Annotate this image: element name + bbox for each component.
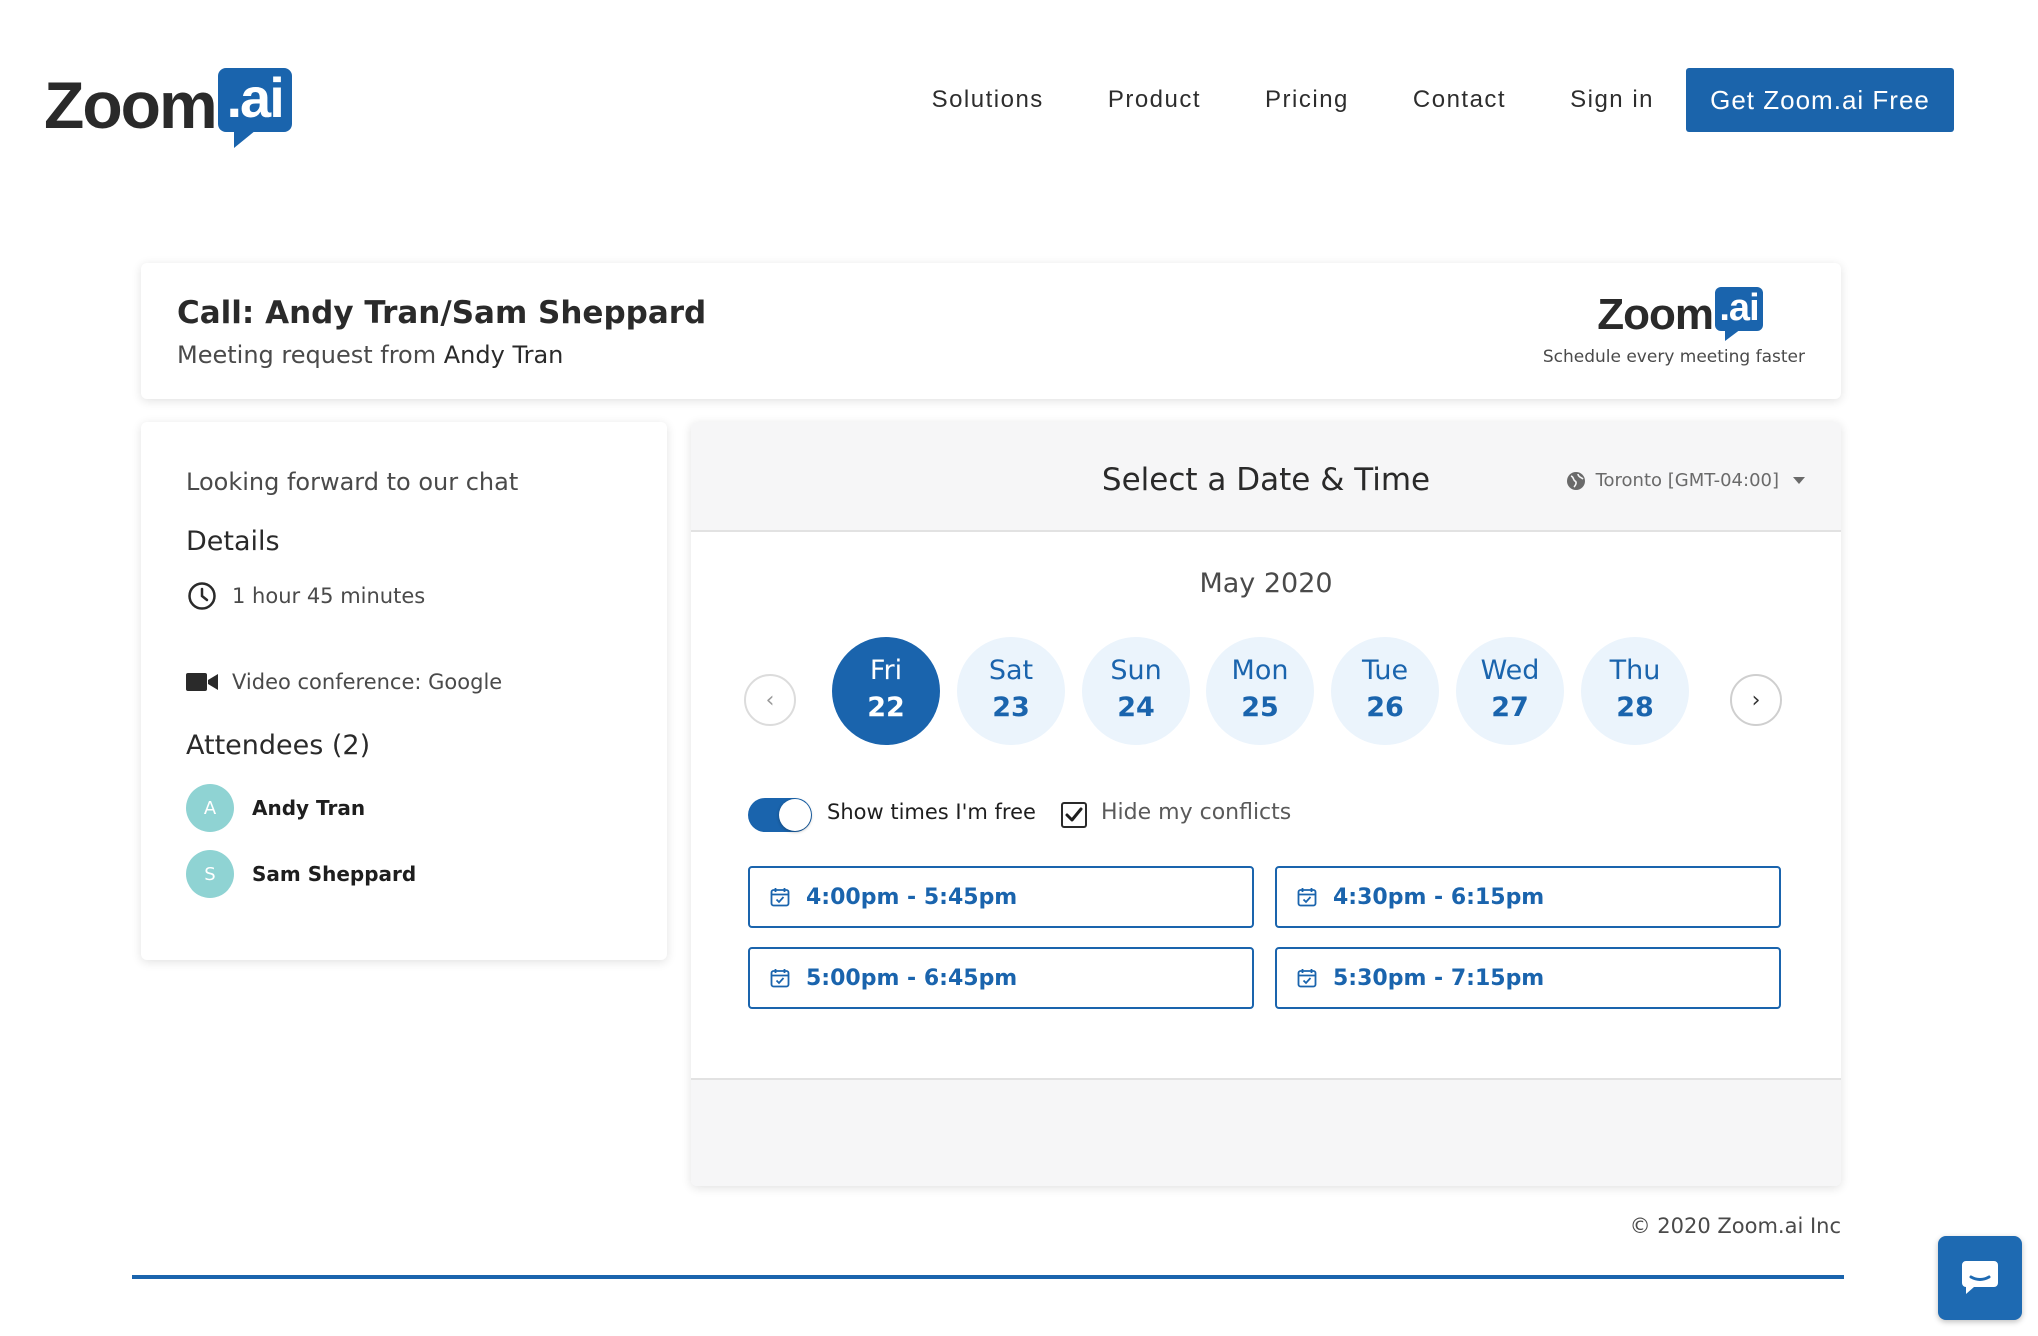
calendar-check-icon: [1297, 968, 1317, 988]
time-slot-button[interactable]: 5:00pm - 6:45pm: [748, 947, 1254, 1009]
footer-divider: [132, 1275, 1844, 1279]
details-card: Looking forward to our chat Details 1 ho…: [141, 422, 667, 960]
next-week-button[interactable]: ›: [1730, 674, 1782, 726]
card-logo-bubble: .ai: [1715, 287, 1763, 341]
attendee-name: Sam Sheppard: [252, 862, 417, 886]
conference-row: Video conference: Google: [186, 666, 502, 698]
requester-name: Andy Tran: [443, 341, 564, 369]
timezone-select[interactable]: Toronto [GMT-04:00]: [1566, 470, 1805, 491]
logo-suffix: .ai: [226, 66, 285, 129]
day-name: Wed: [1480, 655, 1540, 686]
duration-row: 1 hour 45 minutes: [186, 580, 425, 612]
chat-bubble-icon: [1962, 1261, 1998, 1294]
top-nav: Solutions Product Pricing Contact Sign i…: [932, 68, 1686, 132]
duration-text: 1 hour 45 minutes: [232, 584, 426, 608]
day-name: Thu: [1609, 655, 1661, 686]
globe-icon: [1566, 471, 1586, 491]
attendee-name: Andy Tran: [252, 796, 366, 820]
chevron-left-icon: ‹: [765, 687, 775, 713]
avatar: S: [186, 850, 234, 898]
meeting-title-card: Call: Andy Tran/Sam Sheppard Meeting req…: [141, 263, 1841, 399]
nav-pricing[interactable]: Pricing: [1265, 86, 1349, 114]
calendar-check-icon: [770, 887, 790, 907]
hide-conflicts-checkbox[interactable]: [1061, 802, 1087, 828]
day-name: Fri: [869, 655, 903, 686]
time-slot-label: 5:00pm - 6:45pm: [806, 965, 1018, 991]
scheduler-footer: [691, 1078, 1841, 1186]
chevron-down-icon: [1793, 477, 1805, 484]
meeting-request: Meeting request from Andy Tran: [177, 341, 563, 369]
conference-text: Video conference: Google: [232, 670, 503, 694]
day-mon-25[interactable]: Mon 25: [1206, 637, 1314, 745]
day-thu-28[interactable]: Thu 28: [1581, 637, 1689, 745]
time-slot-label: 4:30pm - 6:15pm: [1333, 884, 1545, 910]
time-slot-label: 4:00pm - 5:45pm: [806, 884, 1018, 910]
day-wed-27[interactable]: Wed 27: [1456, 637, 1564, 745]
clock-icon: [186, 580, 218, 612]
hide-conflicts-label: Hide my conflicts: [1101, 800, 1292, 825]
request-prefix: Meeting request from: [177, 341, 437, 369]
day-date: 23: [992, 692, 1030, 723]
day-tue-26[interactable]: Tue 26: [1331, 637, 1439, 745]
card-logo: Zoom .ai: [1597, 287, 1763, 341]
logo-word: Zoom: [44, 68, 218, 142]
day-sat-23[interactable]: Sat 23: [957, 637, 1065, 745]
timezone-value: Toronto [GMT-04:00]: [1595, 470, 1779, 491]
day-name: Tue: [1361, 655, 1409, 686]
day-date: 28: [1616, 692, 1654, 723]
day-date: 26: [1366, 692, 1404, 723]
video-camera-icon: [186, 666, 218, 698]
show-free-toggle[interactable]: [748, 798, 812, 832]
nav-product[interactable]: Product: [1108, 86, 1201, 114]
day-date: 24: [1117, 692, 1155, 723]
calendar-check-icon: [770, 968, 790, 988]
details-heading: Details: [186, 526, 280, 557]
day-date: 25: [1241, 692, 1279, 723]
chat-launcher-button[interactable]: [1938, 1236, 2022, 1320]
nav-contact[interactable]: Contact: [1413, 86, 1506, 114]
day-sun-24[interactable]: Sun 24: [1082, 637, 1190, 745]
nav-sign-in[interactable]: Sign in: [1570, 86, 1654, 114]
day-name: Sat: [988, 655, 1034, 686]
get-free-button[interactable]: Get Zoom.ai Free: [1686, 68, 1954, 132]
day-fri-22[interactable]: Fri 22: [832, 637, 940, 745]
time-slot-button[interactable]: 5:30pm - 7:15pm: [1275, 947, 1781, 1009]
checkmark-icon: [1065, 807, 1083, 822]
scheduler-card: Select a Date & Time Toronto [GMT-04:00]…: [691, 422, 1841, 1186]
card-logo-suffix: .ai: [1719, 287, 1759, 329]
copyright-text: © 2020 Zoom.ai Inc: [1629, 1214, 1841, 1238]
chevron-right-icon: ›: [1751, 687, 1761, 713]
nav-solutions[interactable]: Solutions: [932, 86, 1044, 114]
previous-week-button[interactable]: ‹: [744, 674, 796, 726]
show-free-label: Show times I'm free: [827, 800, 1036, 824]
attendee-item: A Andy Tran: [186, 784, 365, 832]
calendar-check-icon: [1297, 887, 1317, 907]
day-name: Sun: [1110, 655, 1162, 686]
attendee-item: S Sam Sheppard: [186, 850, 416, 898]
day-date: 27: [1491, 692, 1529, 723]
time-slot-button[interactable]: 4:30pm - 6:15pm: [1275, 866, 1781, 928]
greeting-text: Looking forward to our chat: [186, 468, 519, 496]
card-logo-word: Zoom: [1597, 290, 1714, 339]
time-slot-button[interactable]: 4:00pm - 5:45pm: [748, 866, 1254, 928]
time-slot-label: 5:30pm - 7:15pm: [1333, 965, 1545, 991]
avatar: A: [186, 784, 234, 832]
attendees-heading: Attendees (2): [186, 730, 371, 761]
scheduler-header: Select a Date & Time Toronto [GMT-04:00]: [691, 422, 1841, 532]
day-date: 22: [867, 692, 905, 723]
tagline: Schedule every meeting faster: [1542, 347, 1805, 367]
day-name: Mon: [1231, 655, 1289, 686]
month-label: May 2020: [1199, 568, 1333, 599]
toggle-knob: [779, 799, 811, 831]
zoom-ai-logo[interactable]: Zoom .ai: [44, 64, 292, 154]
logo-bubble: .ai: [217, 66, 292, 148]
meeting-title: Call: Andy Tran/Sam Sheppard: [177, 295, 707, 331]
